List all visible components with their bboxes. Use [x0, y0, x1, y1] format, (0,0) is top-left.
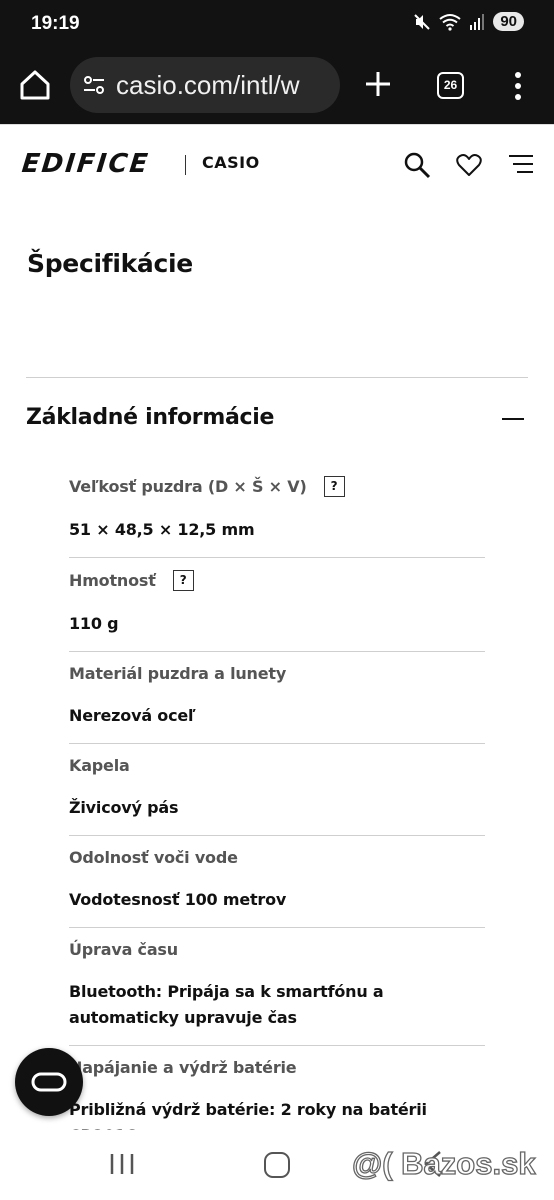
status-icons: 90 — [413, 12, 524, 31]
home-nav-icon[interactable] — [264, 1152, 290, 1178]
spec-label-line: Veľkosť puzdra (D × Š × V)? — [69, 476, 485, 497]
recent-apps-icon[interactable] — [108, 1152, 136, 1176]
spec-label-line: Kapela — [69, 756, 485, 775]
home-icon[interactable] — [18, 68, 52, 102]
spec-value: 110 g — [69, 614, 119, 633]
spec-value: 51 × 48,5 × 12,5 mm — [69, 520, 255, 539]
help-icon[interactable]: ? — [172, 570, 194, 591]
spec-value: Živicový pás — [69, 798, 179, 817]
plus-icon[interactable] — [362, 66, 394, 102]
spec-label-line: Hmotnosť? — [69, 570, 485, 591]
site-header: EDIFICE CASIO — [0, 124, 554, 202]
menu-icon[interactable] — [509, 153, 533, 175]
spec-row: Hmotnosť? 110 g — [69, 558, 485, 652]
spec-label: Úprava času — [69, 940, 178, 959]
spec-label: Hmotnosť — [69, 571, 156, 590]
url-text[interactable]: casio.com/intl/w — [116, 70, 300, 101]
edifice-logo[interactable]: EDIFICE — [20, 149, 150, 179]
wifi-icon — [439, 13, 461, 31]
search-icon[interactable] — [403, 151, 431, 179]
section-divider — [26, 377, 528, 378]
signal-icon — [470, 13, 485, 30]
casio-logo[interactable]: CASIO — [202, 153, 260, 172]
spec-label: Veľkosť puzdra (D × Š × V) — [69, 477, 307, 496]
spec-row: Kapela Živicový pás — [69, 744, 485, 836]
more-vert-icon[interactable] — [510, 70, 526, 102]
spec-label: Napájanie a výdrž batérie — [69, 1058, 297, 1077]
battery-indicator: 90 — [493, 12, 524, 31]
site-settings-icon[interactable] — [82, 73, 106, 97]
status-time: 19:19 — [31, 13, 80, 34]
section-title[interactable]: Základné informácie — [26, 405, 274, 430]
spec-label: Kapela — [69, 756, 130, 775]
help-icon[interactable]: ? — [323, 476, 345, 497]
spec-value: Nerezová oceľ — [69, 706, 196, 725]
address-bar[interactable]: casio.com/intl/w — [70, 57, 340, 113]
spec-list: Veľkosť puzdra (D × Š × V)? 51 × 48,5 × 1… — [69, 464, 485, 1164]
status-bar: 19:19 90 — [0, 0, 554, 50]
spec-label-line: Úprava času — [69, 940, 485, 959]
spec-label: Materiál puzdra a lunety — [69, 664, 287, 683]
browser-toolbar: casio.com/intl/w 26 — [0, 50, 554, 124]
mute-icon — [414, 13, 431, 30]
page-title: Špecifikácie — [27, 249, 193, 278]
tabs-icon[interactable]: 26 — [437, 72, 464, 99]
spec-value: Bluetooth: Pripája sa k smartfónu a auto… — [69, 982, 384, 1027]
spec-label-line: Materiál puzdra a lunety — [69, 664, 485, 683]
spec-row: Odolnosť voči vode Vodotesnosť 100 metrov — [69, 836, 485, 928]
spec-row: Materiál puzdra a lunety Nerezová oceľ — [69, 652, 485, 744]
heart-icon[interactable] — [456, 153, 482, 177]
spec-label-line: Napájanie a výdrž batérie — [69, 1058, 485, 1077]
collapse-icon[interactable] — [502, 418, 524, 420]
spec-row: Úprava času Bluetooth: Pripája sa k smart… — [69, 928, 485, 1046]
chat-icon — [31, 1072, 67, 1092]
spec-row: Veľkosť puzdra (D × Š × V)? 51 × 48,5 × 1… — [69, 464, 485, 558]
spec-label: Odolnosť voči vode — [69, 848, 238, 867]
chat-button[interactable] — [15, 1048, 83, 1116]
logo-divider — [185, 155, 186, 175]
spec-value: Vodotesnosť 100 metrov — [69, 890, 287, 909]
watermark: @( Bazos.sk — [351, 1145, 536, 1181]
spec-label-line: Odolnosť voči vode — [69, 848, 485, 867]
